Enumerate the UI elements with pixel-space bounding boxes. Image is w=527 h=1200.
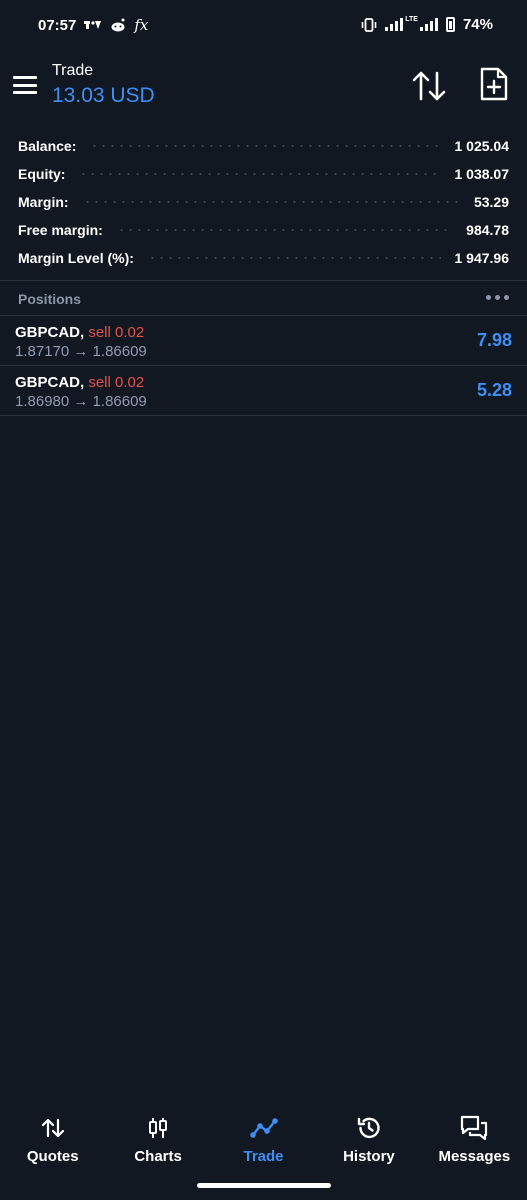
position-title: GBPCAD, sell 0.02 (15, 374, 144, 391)
signal-icon (385, 18, 404, 31)
position-title: GBPCAD, sell 0.02 (15, 324, 144, 341)
status-right: LTE 74% (361, 16, 493, 33)
summary-label: Margin Level (%): (18, 250, 134, 266)
sort-icon[interactable] (411, 69, 447, 103)
more-dot (495, 294, 500, 300)
nav-charts[interactable]: Charts (105, 1100, 210, 1172)
position-row[interactable]: GBPCAD, sell 0.02 1.87170 → 1.86609 7.98 (0, 316, 527, 366)
battery-percent: 74% (462, 16, 493, 33)
menu-icon-bar (13, 83, 37, 87)
position-side: sell 0.02 (88, 374, 145, 391)
position-profit: 5.28 (476, 380, 512, 400)
nav-quotes[interactable]: Quotes (0, 1100, 105, 1172)
bottom-navigation: Quotes Charts Trade History Messages (0, 1100, 527, 1172)
new-order-icon[interactable] (478, 66, 510, 102)
position-prices: 1.86980 → 1.86609 (15, 393, 147, 410)
tradingview-icon (84, 21, 102, 29)
account-summary: Balance: 1 025.04 Equity: 1 038.07 Margi… (0, 132, 527, 272)
more-dot (504, 294, 509, 300)
nav-label: Quotes (26, 1148, 79, 1165)
nav-messages[interactable]: Messages (422, 1100, 527, 1172)
more-options-icon[interactable] (486, 291, 510, 303)
nav-trade[interactable]: Trade (211, 1100, 316, 1172)
dotted-leader (82, 201, 460, 203)
menu-button[interactable] (13, 76, 37, 94)
signal-2-icon (419, 18, 438, 31)
position-profit: 7.98 (476, 330, 512, 350)
summary-label: Equity: (18, 166, 66, 182)
dotted-leader (90, 145, 441, 147)
position-side: sell 0.02 (88, 324, 145, 341)
nav-label: Charts (134, 1148, 182, 1165)
vibrate-icon (361, 17, 377, 32)
nav-trade-icon-wrap (249, 1110, 278, 1146)
network-type-label: LTE (405, 16, 418, 23)
menu-icon-bar (13, 76, 37, 79)
summary-row-free-margin: Free margin: 984.78 (0, 216, 527, 244)
status-time: 07:57 (38, 16, 77, 34)
position-symbol: GBPCAD, (15, 374, 85, 391)
trade-line-icon (249, 1118, 278, 1138)
quotes-arrows-icon (41, 1118, 64, 1138)
nav-label: Trade (243, 1148, 284, 1165)
summary-label: Balance: (18, 138, 77, 154)
position-symbol: GBPCAD, (15, 324, 85, 341)
summary-row-margin-level: Margin Level (%): 1 947.96 (0, 244, 527, 272)
summary-value: 53.29 (473, 194, 509, 210)
candlestick-icon (149, 1118, 168, 1138)
nav-label: History (343, 1148, 395, 1165)
summary-row-balance: Balance: 1 025.04 (0, 132, 527, 160)
nav-history[interactable]: History (316, 1100, 421, 1172)
summary-value: 1 038.07 (454, 166, 510, 182)
dotted-leader (116, 229, 453, 231)
nav-label: Messages (438, 1148, 511, 1165)
profit-total: 13.03 USD (52, 84, 155, 107)
summary-value: 1 947.96 (454, 250, 510, 266)
menu-icon-bar (13, 91, 37, 94)
positions-header: Positions (0, 281, 527, 315)
home-indicator[interactable] (197, 1183, 331, 1188)
dotted-leader (79, 173, 441, 175)
nav-charts-icon-wrap (146, 1110, 170, 1146)
nav-messages-icon-wrap (459, 1110, 489, 1146)
divider (0, 415, 527, 416)
summary-value: 1 025.04 (454, 138, 510, 154)
messages-icon (461, 1115, 488, 1141)
status-left: 07:57 fx (38, 16, 148, 34)
summary-row-equity: Equity: 1 038.07 (0, 160, 527, 188)
trade-screen: 07:57 fx LTE 74% Trade 13.03 USD Balance… (0, 0, 527, 1200)
page-title: Trade (52, 62, 94, 79)
nav-history-icon-wrap (356, 1110, 382, 1146)
more-dot (486, 294, 491, 300)
position-prices: 1.87170 → 1.86609 (15, 343, 147, 360)
nav-quotes-icon-wrap (41, 1110, 65, 1146)
top-bar: Trade 13.03 USD (0, 52, 527, 122)
reddit-icon (111, 18, 125, 32)
summary-label: Free margin: (18, 222, 103, 238)
status-bar: 07:57 fx LTE 74% (0, 0, 527, 52)
summary-row-margin: Margin: 53.29 (0, 188, 527, 216)
dotted-leader (147, 257, 441, 259)
fx-icon: fx (134, 16, 149, 34)
summary-value: 984.78 (466, 222, 509, 238)
history-icon (357, 1117, 380, 1139)
summary-label: Margin: (18, 194, 69, 210)
position-row[interactable]: GBPCAD, sell 0.02 1.86980 → 1.86609 5.28 (0, 366, 527, 416)
battery-icon (445, 17, 455, 32)
positions-title: Positions (18, 291, 82, 307)
